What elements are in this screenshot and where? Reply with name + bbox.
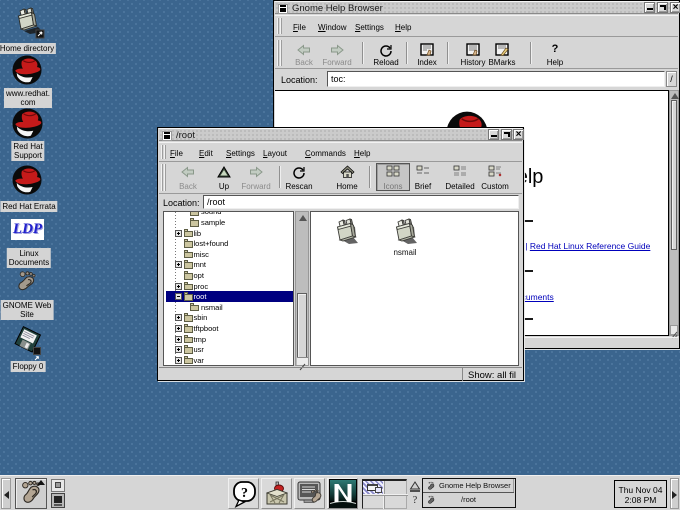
svg-text:?: ? bbox=[241, 486, 248, 501]
